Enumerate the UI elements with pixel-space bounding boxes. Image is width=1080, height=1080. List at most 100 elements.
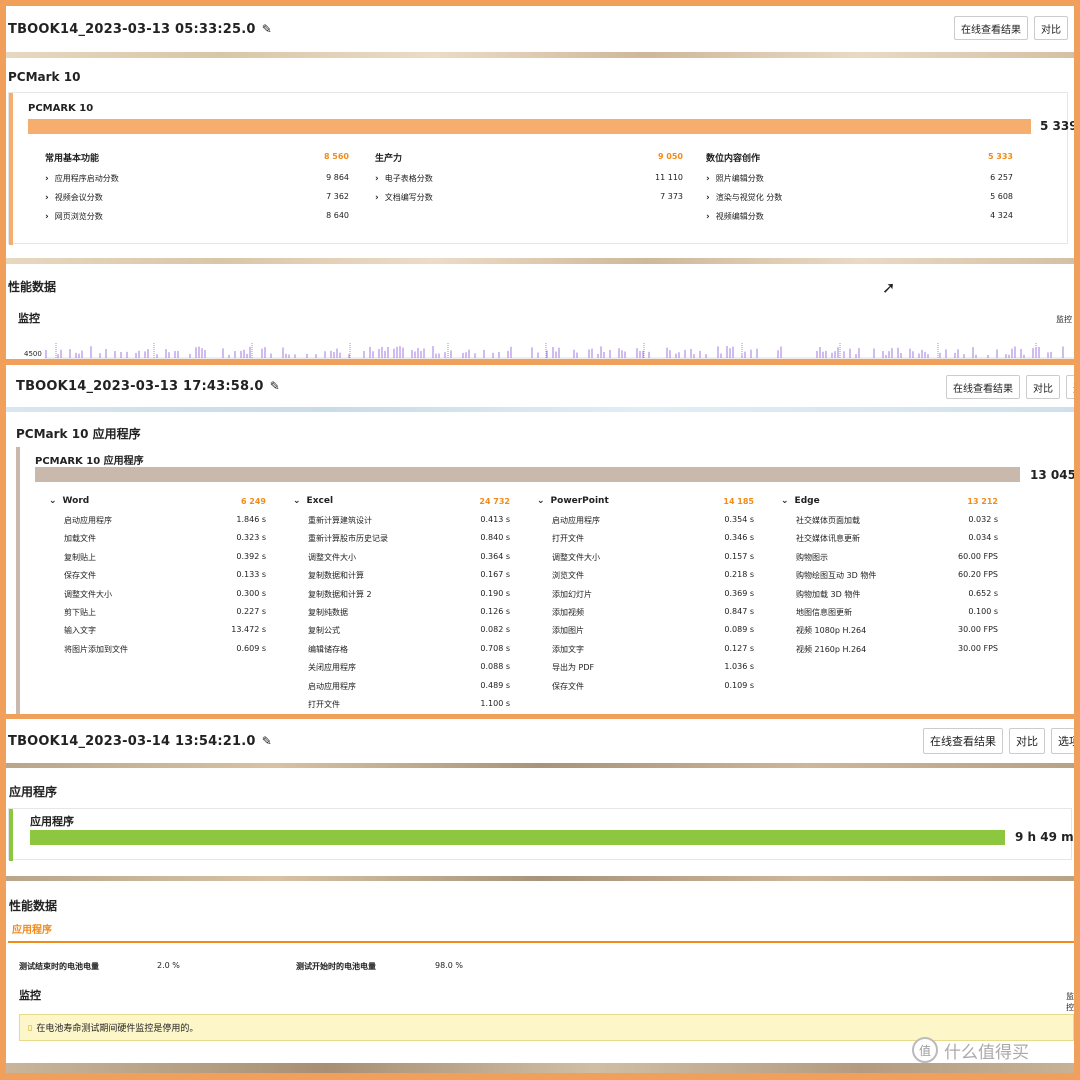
subtest-value: 0.190 s xyxy=(480,588,510,598)
group-score: 9 050 xyxy=(657,152,683,161)
subscore-value: 11 110 xyxy=(655,173,683,182)
subscore-row[interactable]: › 网页浏览分数 xyxy=(45,211,103,222)
subtest-value: 0.218 s xyxy=(724,570,754,580)
subtest-value: 0.413 s xyxy=(480,515,510,524)
score-card: PCMARK 10 应用程序 13 045 ⌄ Word 6 249 启动应用程序 1.… xyxy=(16,447,1074,714)
subtest-label: 调整文件大小 xyxy=(552,552,600,562)
chevron-right-icon: › xyxy=(706,193,710,203)
subtest-value: 0.034 s xyxy=(968,533,998,543)
subscore-value: 9 864 xyxy=(326,173,349,182)
subtest-label: 打开文件 xyxy=(552,534,584,544)
compare-button[interactable]: 对比 xyxy=(1026,375,1060,399)
subscore-row[interactable]: › 渲染与视觉化 分数 xyxy=(706,192,782,203)
view-online-button[interactable]: 在线查看结果 xyxy=(923,728,1003,754)
subtest-value: 0.652 s xyxy=(968,588,998,598)
watermark: 值 什么值得买 xyxy=(912,1037,1029,1063)
subtest-value: 0.392 s xyxy=(236,551,266,561)
edit-pencil-icon[interactable]: ✎ xyxy=(262,22,272,36)
subtest-label: 社交媒体讯息更新 xyxy=(796,534,860,544)
subscore-row[interactable]: › 电子表格分数 xyxy=(375,173,433,184)
header-buttons: 在线查看结果 对比 选 xyxy=(954,16,1074,40)
subtest-value: 0.369 s xyxy=(724,588,754,598)
group-header[interactable]: ⌄ PowerPoint xyxy=(537,496,609,506)
chevron-right-icon: › xyxy=(375,174,379,184)
edit-pencil-icon[interactable]: ✎ xyxy=(262,734,272,748)
result-header: TBOOK14_2023-03-13 05:33:25.0 ✎ 在线查看结果 对… xyxy=(6,6,1074,52)
compare-button[interactable]: 对比 xyxy=(1009,728,1045,754)
group-name: Edge xyxy=(794,496,820,506)
subtest-value: 0.227 s xyxy=(236,607,266,616)
subscore-label: 文档编写分数 xyxy=(384,193,433,202)
subtest-value: 1.100 s xyxy=(480,699,510,708)
subtest-value: 1.036 s xyxy=(724,662,754,672)
subtest-value: 0.127 s xyxy=(724,643,754,653)
options-button[interactable]: 选项 xyxy=(1051,728,1074,754)
group-header[interactable]: ⌄ Edge xyxy=(781,496,820,506)
result-header: TBOOK14_2023-03-14 13:54:21.0 ✎ 在线查看结果 对… xyxy=(6,719,1074,763)
subtest-label: 加载文件 xyxy=(64,534,96,544)
subtest-value: 0.088 s xyxy=(480,662,510,672)
group-header[interactable]: ⌄ Word xyxy=(49,496,89,506)
section-divider xyxy=(6,876,1074,881)
header-divider xyxy=(6,407,1074,412)
subtest-label: 购物图示 xyxy=(796,552,828,562)
subtest-value: 0.489 s xyxy=(480,680,510,690)
section-title: PCMark 10 应用程序 xyxy=(16,427,141,441)
subscore-row[interactable]: › 视频编辑分数 xyxy=(706,211,764,222)
subtest-label: 社交媒体页面加载 xyxy=(796,516,860,525)
subscore-row[interactable]: › 视频会议分数 xyxy=(45,192,103,203)
subtest-value: 0.300 s xyxy=(236,588,266,598)
subscore-value: 7 373 xyxy=(660,192,683,201)
subtest-label: 启动应用程序 xyxy=(64,516,112,525)
monitor-title: 监控 xyxy=(19,989,41,1002)
edit-pencil-icon[interactable]: ✎ xyxy=(270,379,280,393)
subtest-value: 60.20 FPS xyxy=(958,570,998,580)
group-name: 数位内容创作 xyxy=(706,154,761,164)
subtest-label: 购物绘图互动 3D 物件 xyxy=(796,571,877,581)
subscore-row[interactable]: › 应用程序启动分数 xyxy=(45,173,119,184)
tab-applications[interactable]: 应用程序 xyxy=(12,921,52,936)
subtest-label: 添加视频 xyxy=(552,608,584,617)
subtest-value: 0.609 s xyxy=(236,643,266,653)
view-online-button[interactable]: 在线查看结果 xyxy=(946,375,1020,399)
result-title: TBOOK14_2023-03-13 17:43:58.0 xyxy=(16,378,264,394)
subtest-label: 打开文件 xyxy=(308,700,340,709)
subscore-value: 5 608 xyxy=(990,192,1013,201)
chevron-right-icon: › xyxy=(45,193,49,203)
subtest-value: 0.109 s xyxy=(724,680,754,690)
header-divider xyxy=(6,52,1074,58)
card-accent xyxy=(9,809,13,861)
total-score: 9 h 49 mi xyxy=(1015,830,1074,844)
subscore-row[interactable]: › 照片编辑分数 xyxy=(706,173,764,184)
subtest-value: 0.089 s xyxy=(724,625,754,635)
group-name: 生产力 xyxy=(375,154,403,164)
tab-underline xyxy=(8,941,1074,943)
section-divider xyxy=(6,258,1074,264)
subscore-value: 6 257 xyxy=(990,173,1013,182)
result-header: TBOOK14_2023-03-13 17:43:58.0 ✎ 在线查看结果 对… xyxy=(6,365,1074,407)
card-title: PCMARK 10 xyxy=(28,103,94,114)
chevron-right-icon: › xyxy=(706,174,710,184)
view-online-button[interactable]: 在线查看结果 xyxy=(954,16,1028,40)
header-buttons: 在线查看结果 对比 选项 xyxy=(946,375,1074,399)
watermark-text: 什么值得买 xyxy=(944,1042,1029,1063)
subscore-row[interactable]: › 文档编写分数 xyxy=(375,192,433,203)
options-button[interactable]: 选项 xyxy=(1066,375,1074,399)
compare-button[interactable]: 对比 xyxy=(1034,16,1068,40)
subtest-value: 0.133 s xyxy=(236,570,266,580)
score-bar xyxy=(30,830,1005,845)
chevron-right-icon: › xyxy=(375,193,379,203)
subtest-value: 0.157 s xyxy=(724,551,754,561)
subtest-value: 0.840 s xyxy=(480,533,510,543)
group-header[interactable]: ⌄ Excel xyxy=(293,496,333,506)
group-name: Word xyxy=(62,496,90,506)
subtest-label: 启动应用程序 xyxy=(552,516,600,525)
subtest-value: 0.323 s xyxy=(236,533,266,543)
subtest-label: 添加图片 xyxy=(552,626,584,636)
subtest-value: 13.472 s xyxy=(231,625,266,635)
result-panel-1: TBOOK14_2023-03-13 05:33:25.0 ✎ 在线查看结果 对… xyxy=(6,6,1074,359)
group-name: Excel xyxy=(306,496,334,506)
subtest-label: 启动应用程序 xyxy=(308,681,356,691)
warning-text: 在电池寿命测试期间硬件监控是停用的。 xyxy=(36,1024,199,1034)
chevron-down-icon: ⌄ xyxy=(293,496,301,506)
